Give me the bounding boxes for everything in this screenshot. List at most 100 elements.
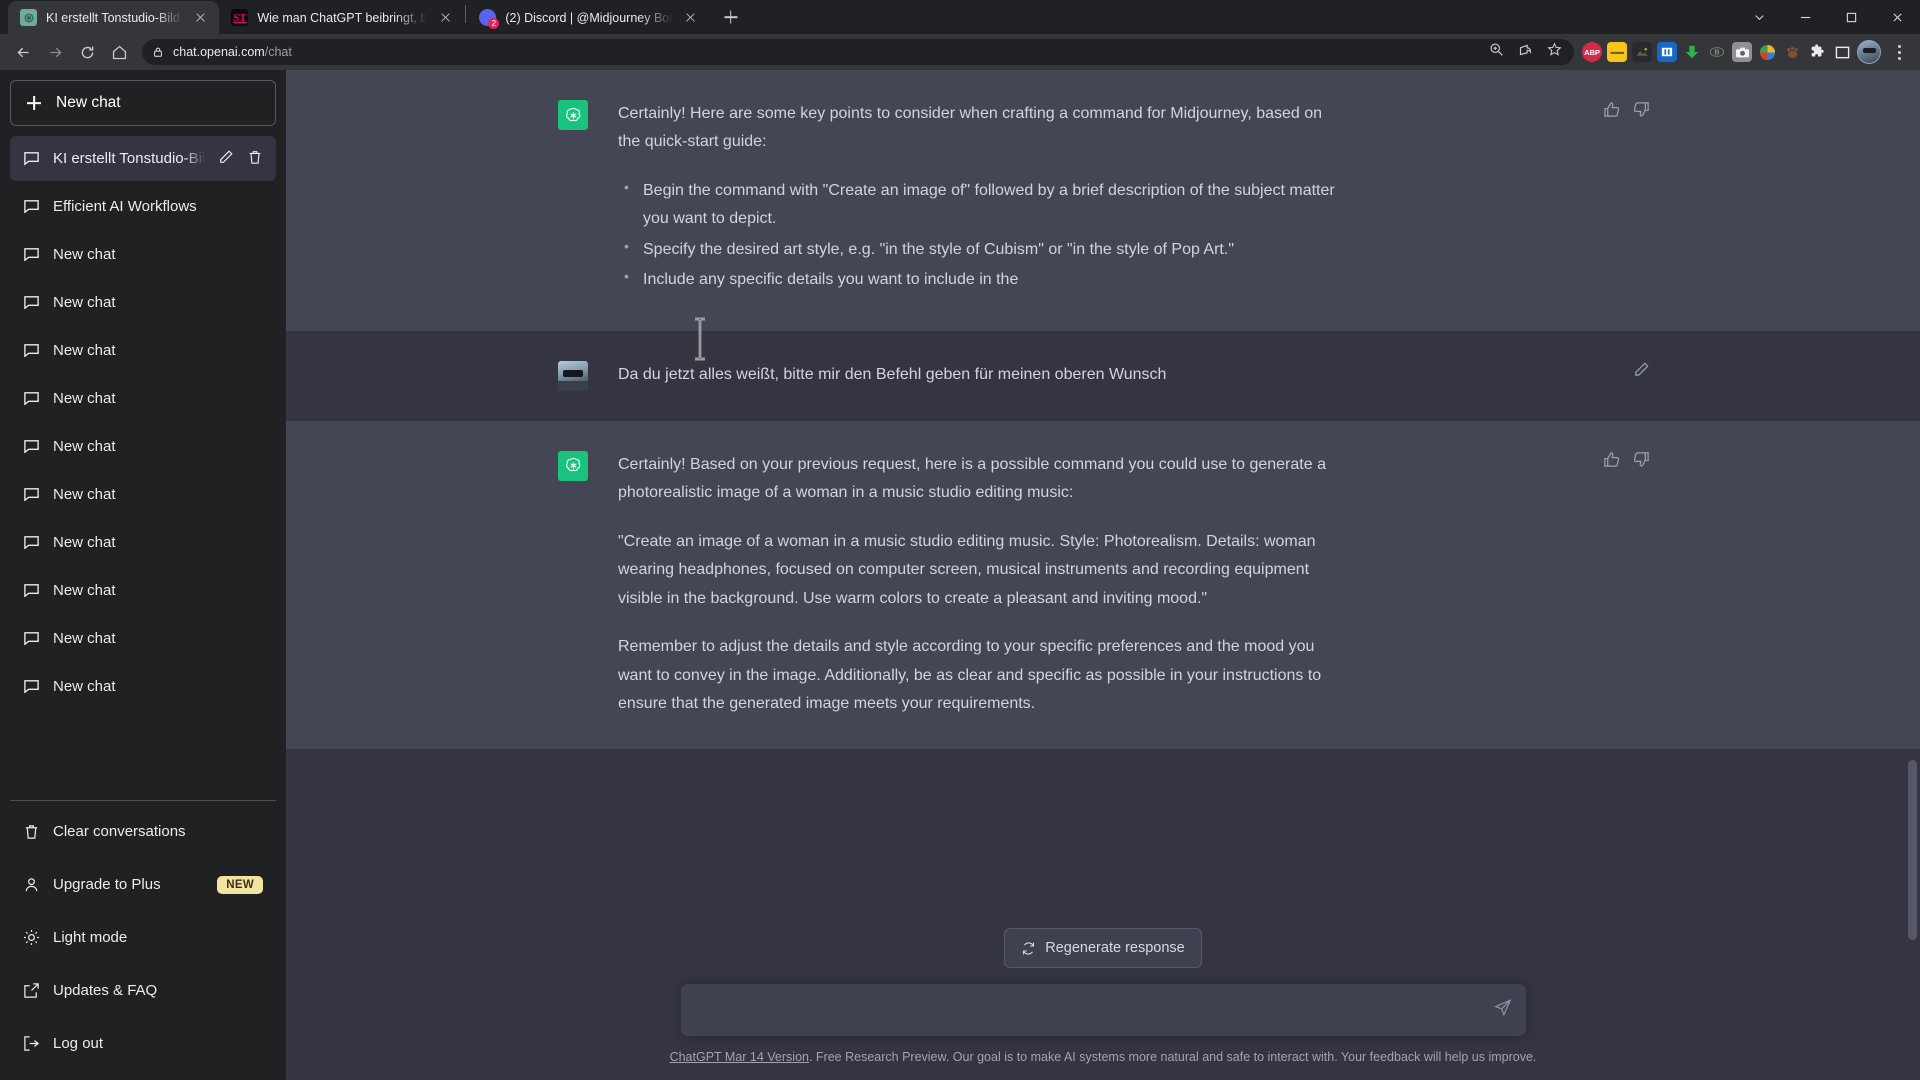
color-pie-icon[interactable]	[1757, 42, 1777, 62]
logout-icon	[24, 1036, 40, 1051]
regenerate-label: Regenerate response	[1045, 940, 1185, 956]
version-link[interactable]: ChatGPT Mar 14 Version	[670, 1050, 809, 1064]
sidebar-item-log-out[interactable]: Log out	[10, 1017, 276, 1070]
chat-bubble-icon	[24, 536, 39, 550]
green-download-icon[interactable]	[1682, 42, 1702, 62]
conversation-title: New chat	[53, 438, 116, 455]
kebab-menu-icon[interactable]	[1886, 37, 1912, 67]
minimize-icon[interactable]	[1782, 0, 1828, 34]
regenerate-row: Regenerate response	[286, 928, 1920, 968]
thumbs-down-icon[interactable]	[1630, 449, 1652, 471]
scrollbar-thumb[interactable]	[1908, 760, 1917, 940]
conversation-item[interactable]: New chat	[10, 472, 276, 517]
back-icon[interactable]	[8, 37, 38, 67]
sidebar-item-label: Updates & FAQ	[53, 982, 158, 999]
user-message-text: Da du jetzt alles weißt, bitte mir den B…	[618, 365, 1167, 383]
conversation-item[interactable]: New chat	[10, 424, 276, 469]
maximize-icon[interactable]	[1828, 0, 1874, 34]
profile-avatar[interactable]	[1857, 40, 1881, 64]
new-tab-button[interactable]	[717, 3, 745, 31]
blue-box-icon[interactable]	[1657, 42, 1677, 62]
brown-paw-icon[interactable]	[1782, 42, 1802, 62]
conversation-item[interactable]: New chat	[10, 376, 276, 421]
sidebar-item-label: Clear conversations	[53, 823, 186, 840]
conversation-title: New chat	[53, 246, 116, 263]
sidebar-item-light-mode[interactable]: Light mode	[10, 911, 276, 964]
chevron-down-icon[interactable]	[1736, 0, 1782, 34]
reload-icon[interactable]	[72, 37, 102, 67]
conversation-item[interactable]: New chat	[10, 280, 276, 325]
conversation-title: New chat	[53, 294, 116, 311]
extension-icons: ABP ▬▬ B	[1582, 37, 1912, 67]
message-intro: Certainly! Here are some key points to c…	[618, 105, 1323, 151]
trash-icon[interactable]	[247, 149, 263, 169]
conversation-title: KI erstellt Tonstudio-Bil	[53, 150, 205, 167]
forward-icon[interactable]	[40, 37, 70, 67]
tab-title: Wie man ChatGPT beibringt, bes	[257, 10, 429, 25]
edit-icon[interactable]	[1630, 359, 1652, 381]
edit-icon[interactable]	[218, 149, 234, 169]
conversation-item[interactable]: New chat	[10, 664, 276, 709]
sidebar-item-label: Log out	[53, 1035, 104, 1052]
message-content: Certainly! Here are some key points to c…	[618, 100, 1348, 301]
share-icon[interactable]	[1518, 42, 1533, 62]
message-paragraph: Remember to adjust the details and style…	[618, 638, 1322, 713]
extensions-puzzle-icon[interactable]	[1807, 42, 1827, 62]
conversation-item[interactable]: New chat	[10, 232, 276, 277]
chat-bubble-icon	[24, 152, 39, 166]
tab-strip: KI erstellt Tonstudio-Bild. ST Wie man C…	[0, 0, 1920, 34]
browser-tab-1[interactable]: KI erstellt Tonstudio-Bild.	[8, 1, 220, 34]
message-content: Da du jetzt alles weißt, bitte mir den B…	[618, 317, 1348, 391]
message-input-box[interactable]	[680, 984, 1526, 1036]
close-icon[interactable]	[682, 9, 699, 26]
chat-bubble-icon	[24, 632, 39, 646]
window-controls	[1736, 0, 1920, 34]
thumbs-up-icon[interactable]	[1600, 449, 1622, 471]
thumbs-down-icon[interactable]	[1630, 98, 1652, 120]
new-chat-button[interactable]: New chat	[10, 80, 276, 126]
regenerate-response-button[interactable]: Regenerate response	[1004, 928, 1202, 968]
conversation-item-active[interactable]: KI erstellt Tonstudio-Bil	[10, 136, 276, 181]
zoom-icon[interactable]	[1489, 42, 1504, 62]
tab-title: KI erstellt Tonstudio-Bild.	[46, 10, 184, 25]
chat-scrollbar[interactable]	[1905, 70, 1920, 1080]
conversation-item[interactable]: New chat	[10, 328, 276, 373]
sidebar-toggle-icon[interactable]	[1832, 42, 1852, 62]
sidebar-item-updates-faq[interactable]: Updates & FAQ	[10, 964, 276, 1017]
camera-icon[interactable]	[1732, 42, 1752, 62]
message-input[interactable]	[698, 1001, 1478, 1019]
sidebar: New chat KI erstellt Tonstudio-Bil Effic…	[0, 70, 286, 1080]
address-bar[interactable]: chat.openai.com/chat	[142, 39, 1574, 65]
svg-text:B: B	[1714, 49, 1719, 57]
close-icon[interactable]	[192, 9, 209, 26]
abp-icon[interactable]: ABP	[1582, 42, 1602, 62]
sidebar-item-upgrade-to-plus[interactable]: Upgrade to Plus NEW	[10, 858, 276, 911]
conversation-title: New chat	[53, 534, 116, 551]
circle-b-icon[interactable]: B	[1707, 42, 1727, 62]
yellow-note-icon[interactable]: ▬▬	[1607, 42, 1627, 62]
bookmark-star-icon[interactable]	[1547, 42, 1562, 62]
browser-tab-2[interactable]: ST Wie man ChatGPT beibringt, bes	[219, 1, 464, 34]
url-text: chat.openai.com/chat	[173, 45, 292, 59]
close-window-icon[interactable]	[1874, 0, 1920, 34]
sidebar-item-label: Light mode	[53, 929, 128, 946]
conversation-list[interactable]: KI erstellt Tonstudio-Bil Efficient AI W…	[10, 136, 276, 794]
chat-panel: Certainly! Here are some key points to c…	[286, 70, 1920, 1080]
close-icon[interactable]	[437, 9, 454, 26]
dark-landscape-icon[interactable]	[1632, 42, 1652, 62]
send-icon[interactable]	[1493, 999, 1512, 1022]
browser-tab-3[interactable]: (2) Discord | @Midjourney Bot	[467, 1, 708, 34]
lock-icon	[154, 47, 162, 57]
tab-title: (2) Discord | @Midjourney Bot	[505, 10, 673, 25]
thumbs-up-icon[interactable]	[1600, 98, 1622, 120]
message-content: Certainly! Based on your previous reques…	[618, 451, 1348, 719]
home-icon[interactable]	[104, 37, 134, 67]
conversation-item[interactable]: New chat	[10, 520, 276, 565]
conversation-item[interactable]: New chat	[10, 616, 276, 661]
chat-bubble-icon	[24, 680, 39, 694]
user-avatar	[558, 360, 588, 391]
conversation-item[interactable]: New chat	[10, 568, 276, 613]
chat-bubble-icon	[24, 344, 39, 358]
sidebar-item-clear-conversations[interactable]: Clear conversations	[10, 805, 276, 858]
conversation-item[interactable]: Efficient AI Workflows	[10, 184, 276, 229]
